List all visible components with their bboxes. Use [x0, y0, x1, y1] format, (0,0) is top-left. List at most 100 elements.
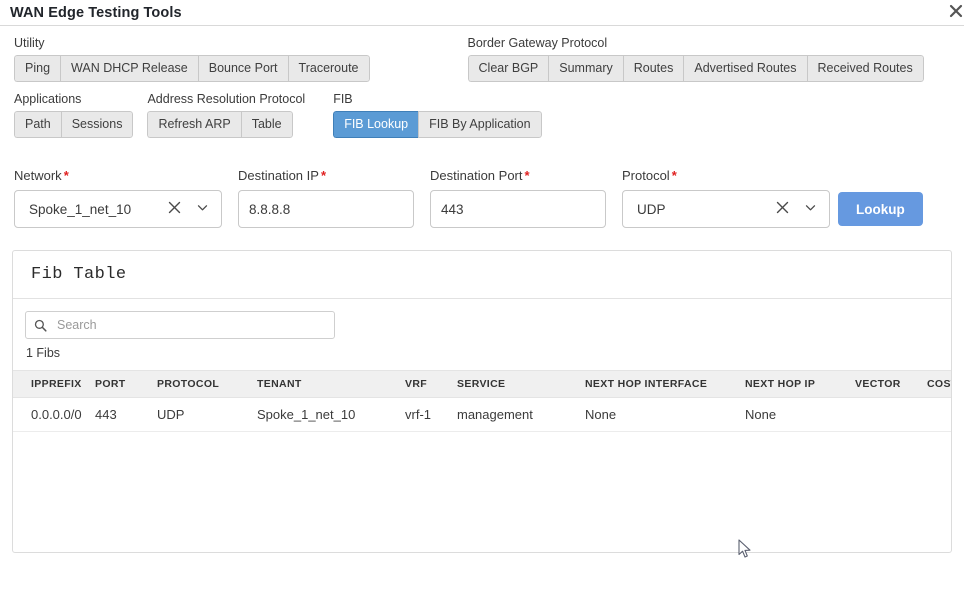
tool-group-label-fib: FIB [333, 92, 353, 106]
tool-group-label-bgp: Border Gateway Protocol [467, 36, 608, 50]
close-x-icon[interactable] [167, 200, 182, 218]
fib-table-body: 0.0.0.0/0 443 UDP Spoke_1_net_10 vrf-1 m… [13, 397, 951, 432]
testing-tools-panel: Utility Ping WAN DHCP Release Bounce Por… [0, 26, 964, 138]
cell-vector [855, 397, 927, 432]
tool-row-1: Utility Ping WAN DHCP Release Bounce Por… [14, 36, 950, 82]
lookup-button[interactable]: Lookup [838, 192, 923, 226]
cell-cost [927, 397, 951, 432]
tool-group-utility: Utility Ping WAN DHCP Release Bounce Por… [14, 36, 370, 82]
cell-vrf: vrf-1 [405, 397, 457, 432]
button-group-applications: Path Sessions [14, 111, 134, 138]
cell-next-hop-ip: None [745, 397, 855, 432]
column-header-next-hop-ip[interactable]: NEXT HOP IP [745, 370, 855, 398]
column-header-cost[interactable]: COST [927, 370, 951, 398]
fib-table-toolbar: 1 Fibs [13, 299, 951, 360]
table-row[interactable]: 0.0.0.0/0 443 UDP Spoke_1_net_10 vrf-1 m… [13, 397, 951, 432]
tool-group-fib: FIB FIB Lookup FIB By Application [333, 92, 542, 138]
button-path[interactable]: Path [14, 111, 61, 138]
column-header-service[interactable]: SERVICE [457, 370, 585, 398]
chevron-down-icon[interactable] [804, 201, 817, 217]
input-destination-port-value: 443 [441, 201, 464, 217]
cell-tenant: Spoke_1_net_10 [257, 397, 405, 432]
label-protocol: Protocol * [622, 168, 830, 184]
tool-group-applications: Applications Path Sessions [14, 92, 134, 138]
fib-lookup-form: Network * Spoke_1_net_10 Destination IP * … [0, 168, 964, 228]
field-destination-ip: Destination IP * 8.8.8.8 [238, 168, 414, 228]
select-protocol[interactable]: UDP [622, 190, 830, 228]
button-wan-dhcp-release[interactable]: WAN DHCP Release [60, 55, 198, 82]
input-destination-ip-wrapper[interactable]: 8.8.8.8 [238, 190, 414, 228]
cell-next-hop-interface: None [585, 397, 745, 432]
search-box[interactable] [25, 311, 335, 339]
tool-group-bgp: Border Gateway Protocol Clear BGP Summar… [467, 36, 924, 82]
label-destination-ip-text: Destination IP [238, 168, 319, 183]
field-protocol: Protocol * UDP [622, 168, 830, 228]
button-fib-by-application[interactable]: FIB By Application [418, 111, 542, 138]
button-group-bgp: Clear BGP Summary Routes Advertised Rout… [467, 55, 924, 82]
cell-port: 443 [95, 397, 157, 432]
fib-table: IPPREFIX PORT PROTOCOL TENANT VRF SERVIC… [13, 370, 951, 432]
label-network-text: Network [14, 168, 62, 183]
button-group-arp: Refresh ARP Table [147, 111, 293, 138]
column-header-next-hop-interface[interactable]: NEXT HOP INTERFACE [585, 370, 745, 398]
button-routes[interactable]: Routes [622, 55, 684, 82]
fib-count-label: 1 Fibs [26, 346, 61, 360]
column-header-protocol[interactable]: PROTOCOL [157, 370, 257, 398]
label-destination-port: Destination Port * [430, 168, 606, 184]
fib-table-card-header: Fib Table [13, 251, 951, 299]
input-destination-ip-value: 8.8.8.8 [249, 201, 291, 217]
window-title-bar: WAN Edge Testing Tools [0, 0, 964, 26]
required-marker-destination-ip: * [320, 168, 326, 183]
field-destination-port: Destination Port * 443 [430, 168, 606, 228]
button-traceroute[interactable]: Traceroute [287, 55, 370, 82]
label-destination-ip: Destination IP * [238, 168, 414, 184]
label-destination-port-text: Destination Port [430, 168, 523, 183]
column-header-vrf[interactable]: VRF [405, 370, 457, 398]
button-arp-table[interactable]: Table [240, 111, 293, 138]
tool-group-label-arp: Address Resolution Protocol [147, 92, 306, 106]
button-group-utility: Ping WAN DHCP Release Bounce Port Tracer… [14, 55, 370, 82]
button-received-routes[interactable]: Received Routes [806, 55, 924, 82]
fib-table-title: Fib Table [31, 265, 127, 284]
field-network: Network * Spoke_1_net_10 [14, 168, 222, 228]
fib-table-header-row: IPPREFIX PORT PROTOCOL TENANT VRF SERVIC… [13, 370, 951, 398]
cell-ipprefix: 0.0.0.0/0 [13, 397, 95, 432]
button-clear-bgp[interactable]: Clear BGP [467, 55, 549, 82]
button-sessions[interactable]: Sessions [60, 111, 134, 138]
fib-table-head: IPPREFIX PORT PROTOCOL TENANT VRF SERVIC… [13, 370, 951, 398]
input-destination-port-wrapper[interactable]: 443 [430, 190, 606, 228]
required-marker-protocol: * [671, 168, 677, 183]
search-icon [34, 319, 47, 332]
label-network: Network * [14, 168, 222, 184]
chevron-down-icon[interactable] [196, 201, 209, 217]
select-protocol-icons [775, 200, 819, 218]
close-icon[interactable] [948, 3, 964, 19]
tool-group-label-applications: Applications [14, 92, 82, 106]
select-network-value: Spoke_1_net_10 [29, 201, 132, 217]
button-refresh-arp[interactable]: Refresh ARP [147, 111, 241, 138]
required-marker-destination-port: * [524, 168, 530, 183]
button-fib-lookup[interactable]: FIB Lookup [333, 111, 419, 138]
column-header-tenant[interactable]: TENANT [257, 370, 405, 398]
column-header-port[interactable]: PORT [95, 370, 157, 398]
cell-service: management [457, 397, 585, 432]
button-summary[interactable]: Summary [548, 55, 623, 82]
cell-protocol: UDP [157, 397, 257, 432]
button-ping[interactable]: Ping [14, 55, 61, 82]
select-network[interactable]: Spoke_1_net_10 [14, 190, 222, 228]
label-protocol-text: Protocol [622, 168, 670, 183]
select-network-icons [167, 200, 211, 218]
column-header-ipprefix[interactable]: IPPREFIX [13, 370, 95, 398]
column-header-vector[interactable]: VECTOR [855, 370, 927, 398]
fib-table-card: Fib Table 1 Fibs IPPREFIX PORT PROTOCOL … [12, 250, 952, 553]
button-group-fib: FIB Lookup FIB By Application [333, 111, 542, 138]
button-advertised-routes[interactable]: Advertised Routes [683, 55, 807, 82]
tool-group-label-utility: Utility [14, 36, 45, 50]
tool-row-2: Applications Path Sessions Address Resol… [14, 92, 950, 138]
select-protocol-value: UDP [637, 201, 666, 217]
close-x-icon[interactable] [775, 200, 790, 218]
required-marker-network: * [63, 168, 69, 183]
tool-group-arp: Address Resolution Protocol Refresh ARP … [147, 92, 305, 138]
button-bounce-port[interactable]: Bounce Port [197, 55, 288, 82]
search-input[interactable] [55, 317, 326, 333]
